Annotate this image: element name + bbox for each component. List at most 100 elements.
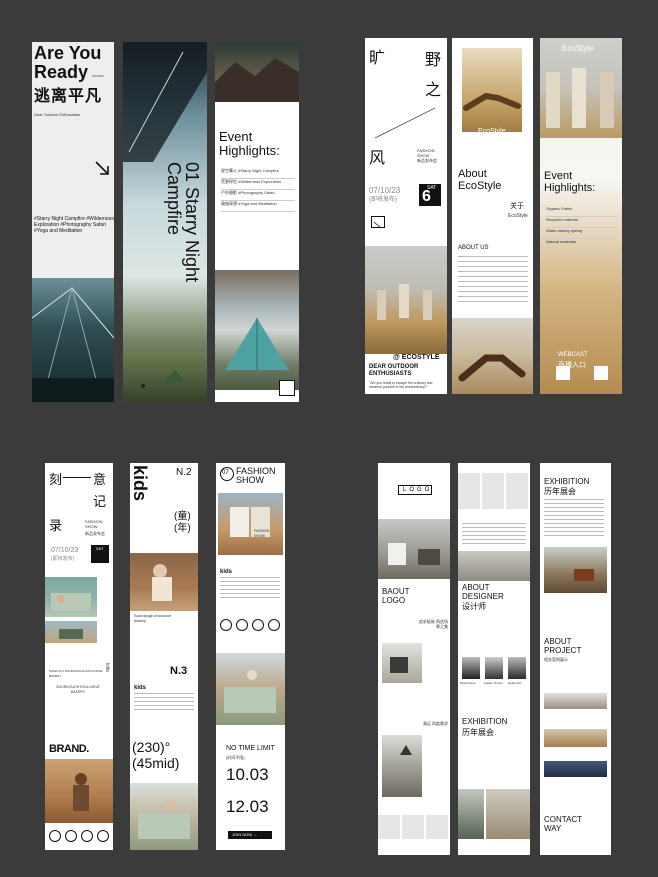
g2-webcast: WEBCAST <box>558 352 588 358</box>
g3-notime-cn: (时间不限) <box>226 755 245 760</box>
g3-n3: N.3 <box>170 665 188 677</box>
g3-panel-1: 刻 意 记 录 FASHION SHOW 新品发布会 07/10/23 (即将发… <box>45 463 113 850</box>
g3-circle-icon <box>81 830 93 842</box>
g4-project: ABOUT PROJECT <box>544 637 582 655</box>
g2-brand: @ ECOSTYLE <box>393 354 440 361</box>
g3-small-1: Sourdough-exclusive bakery <box>134 613 172 623</box>
g3-kids-label: kids <box>220 569 233 575</box>
g1-mountain-photo <box>215 42 299 102</box>
g4-contact: CONTACT WAY <box>544 815 582 833</box>
g4-room-photo-3 <box>382 735 422 797</box>
g3-icon-row <box>49 829 111 842</box>
g3-circle-row <box>220 619 282 631</box>
g1-qr-icon <box>279 380 295 396</box>
g1-highlight-item: 星空篝火 #Starry Night Campfire <box>221 168 295 179</box>
g3-jeep-photo-3 <box>216 653 285 725</box>
g1-highlights-list: 星空篝火 #Starry Night Campfire 荒野探险 #Wilder… <box>221 168 295 212</box>
g3-char-1: 刻 <box>49 472 63 487</box>
g3-jeep-photo-2 <box>45 621 97 643</box>
g4-panel-1: LOGO BAOUT LOGO 追求极致 再造场景之美 满足 再度需求 <box>378 463 450 855</box>
g3-d1: 10.03 <box>226 765 269 784</box>
g4-exh-cn: 历年展会 <box>462 728 494 737</box>
g1-panel-1: Are You Ready 逃离平凡 07/10/23 Dear Outdoor… <box>32 42 114 402</box>
g2-models-photo <box>540 38 622 138</box>
g3-fashion: FASHION SHOW <box>85 519 103 529</box>
g2-date-cn: (即将发布) <box>369 197 397 203</box>
g4-exh-title: EXHIBITION <box>544 477 590 486</box>
g3-pbs: PHINA IS A SOURDOUGH EXCLUSIVE BAKERY <box>49 669 103 678</box>
g3-kid-photo <box>130 553 198 611</box>
g4-cn2: 满足 再度需求 <box>422 721 448 726</box>
g1-panel-2: 01 Starry Night Campfire <box>123 42 207 402</box>
g2-qr-icon-1 <box>556 366 570 380</box>
g2-hands-photo-2 <box>452 318 533 394</box>
g3-text-lines <box>220 577 280 601</box>
g4-designer-name: Kaiden Prince <box>484 681 503 685</box>
g2-highlights-list: Organic Fabric Recycled material Water-s… <box>546 206 616 250</box>
g4-cn1: 追求极致 再造场景之美 <box>418 619 448 629</box>
g4-room-photo-7 <box>544 547 607 593</box>
g3-date-cn: (即将发布) <box>51 556 75 562</box>
g3-text-block <box>134 693 194 713</box>
g1-highlight-item: 户外摄影 #Photography Safari <box>221 190 295 201</box>
g3-circle-icon <box>252 619 264 631</box>
g4-designer-photo <box>485 657 503 679</box>
g1-sub: Dear Outdoor Enthusiasts <box>34 112 81 117</box>
g2-highlight-item: Recycled material <box>546 217 616 228</box>
g3-car-photo <box>130 783 198 850</box>
g3-kids-2: kids <box>134 685 147 691</box>
g4-room-photo-8 <box>544 693 607 709</box>
g3-circle-icon <box>268 619 280 631</box>
g3-char-2: 意 <box>93 472 107 487</box>
g4-room-photo-10 <box>544 761 607 777</box>
g4-designer-photo <box>462 657 480 679</box>
g2-char-2: 野 <box>425 52 442 69</box>
g3-book-photo <box>218 493 283 555</box>
g3-panel-3: 07 FASHION SHOW FASHION SHOW kids NO TIM… <box>216 463 285 850</box>
g4-designer-name: Dylan Ross <box>460 681 476 685</box>
g3-day-badge: SAT <box>91 545 109 563</box>
g2-date: 07/10/23 <box>369 186 401 195</box>
g4-exh-title-cn: 历年展会 <box>544 487 576 496</box>
g4-logo-label: LOGO <box>403 487 433 493</box>
g3-char-4: 录 <box>49 518 63 533</box>
g1-camp-photo <box>123 352 207 402</box>
g3-sand-photo <box>45 759 113 823</box>
g4-exh: EXHIBITION <box>462 717 508 726</box>
g4-exh-text <box>544 499 604 539</box>
g1-title-cn: 逃离平凡 <box>34 88 103 105</box>
g2-quote: "Are you ready to escape the ordinary an… <box>369 381 433 390</box>
g4-about-designer: ABOUT DESIGNER <box>462 583 504 601</box>
g3-panel-2: kids N.2 (童) (年) Sourdough-exclusive bak… <box>130 463 198 850</box>
g2-highlight-item: Water-saving dyeing <box>546 228 616 239</box>
g3-deg1: (230)° <box>132 739 171 755</box>
g3-num-circle: 07 <box>220 467 234 481</box>
g2-badge: EcoStyle <box>478 128 506 135</box>
g3-sb: SOURDOUGH EXCLUSIVE BAKERY <box>56 685 100 694</box>
g3-date: 07/10/23 <box>51 547 79 554</box>
g1-highlights-title: Event Highlights: <box>219 129 280 158</box>
g4-panel-3: EXHIBITION 历年展会 ABOUT PROJECT 相关案例展示 CON… <box>540 463 611 855</box>
g4-room-photo-4 <box>458 551 530 581</box>
g4-room-photo-2 <box>382 643 422 683</box>
g3-divider <box>63 477 91 478</box>
g4-room-photo-5 <box>458 789 484 839</box>
g3-circle-icon <box>65 830 77 842</box>
g4-logo: LOGO <box>398 485 432 495</box>
g4-footer-row <box>378 815 450 839</box>
g3-fashion-title: FASHION SHOW <box>236 466 276 485</box>
g4-project-cn: 相关案例展示 <box>544 657 568 662</box>
g1-starry-title: 01 Starry Night Campfire <box>164 162 202 283</box>
g3-card-label: FASHION SHOW <box>254 529 270 538</box>
g1-tent-photo <box>32 278 114 402</box>
g2-fashion: FASHION SHOW <box>417 148 435 158</box>
g2-qr-icon-2 <box>594 366 608 380</box>
g4-text-block <box>462 523 526 545</box>
g3-num: 07 <box>222 470 229 476</box>
g2-about-text <box>458 256 528 304</box>
g3-join-button[interactable]: JOIN NOW → <box>228 831 272 839</box>
g2-ecostyle-brand: EcoStyle <box>562 44 594 53</box>
g3-circle-icon <box>236 619 248 631</box>
g3-d2: 12.03 <box>226 797 269 816</box>
g2-hands-photo <box>462 48 522 132</box>
